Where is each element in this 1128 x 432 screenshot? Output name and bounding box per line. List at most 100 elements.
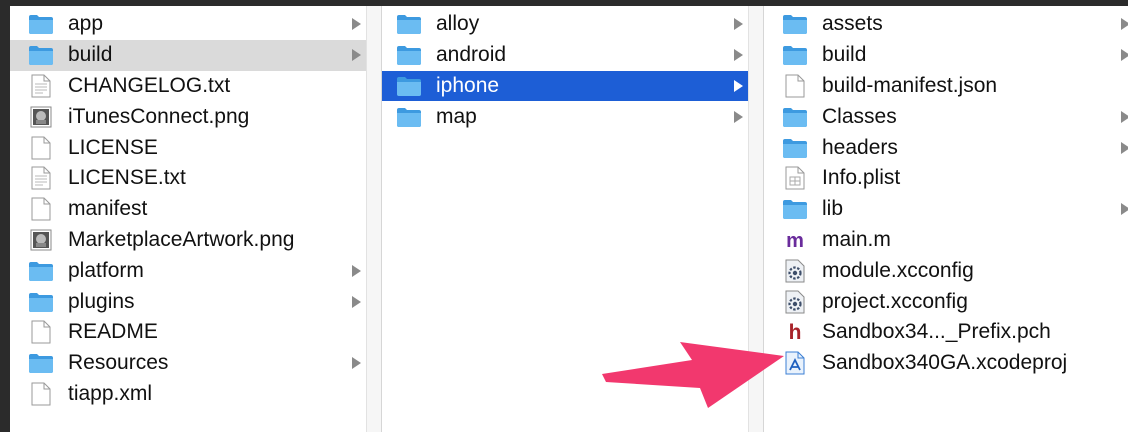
folder-icon	[396, 12, 422, 36]
list-item[interactable]: map	[382, 101, 749, 132]
list-item-label: lib	[822, 197, 844, 221]
list-item[interactable]: assets	[764, 9, 1128, 40]
arrow-icon	[602, 342, 784, 408]
disclosure-arrow-icon	[1121, 18, 1128, 31]
list-item-label: Classes	[822, 104, 897, 128]
list-item[interactable]: build	[10, 39, 367, 71]
list-item[interactable]: tiapp.xml	[10, 379, 367, 410]
disclosure-arrow-icon	[352, 264, 361, 277]
folder-icon	[782, 43, 808, 67]
text-file-icon	[28, 166, 54, 190]
list-item-label: Sandbox34..._Prefix.pch	[822, 320, 1051, 344]
list-item-label: iTunesConnect.png	[68, 104, 250, 128]
list-item-label: tiapp.xml	[68, 381, 153, 405]
list-item-label: build	[822, 43, 867, 67]
disclosure-arrow-icon	[352, 357, 361, 370]
folder-icon	[396, 105, 422, 129]
list-item-label: plugins	[68, 289, 135, 313]
list-item[interactable]: Resources	[10, 348, 367, 379]
list-item-label: main.m	[822, 227, 891, 251]
list-item-label: Sandbox340GA.xcodeproj	[822, 351, 1068, 375]
folder-icon	[396, 74, 422, 98]
list-item[interactable]: manifest	[10, 194, 367, 225]
list-item[interactable]: CHANGELOG.txt	[10, 71, 367, 102]
blank-file-icon	[28, 136, 54, 160]
folder-icon	[28, 351, 54, 375]
text-file-icon	[28, 74, 54, 98]
folder-icon	[28, 43, 54, 67]
list-item[interactable]: Sandbox340GA.xcodeproj	[764, 348, 1128, 379]
disclosure-arrow-icon	[352, 295, 361, 308]
list-item-label: module.xcconfig	[822, 258, 974, 282]
folder-icon	[396, 43, 422, 67]
svg-text:m: m	[786, 230, 804, 252]
list-item[interactable]: build-manifest.json	[764, 71, 1128, 102]
list-item-label: assets	[822, 12, 883, 36]
disclosure-arrow-icon	[1121, 141, 1128, 154]
list-item[interactable]: MarketplaceArtwork.png	[10, 225, 367, 256]
folder-icon	[28, 290, 54, 314]
list-item-label: project.xcconfig	[822, 289, 968, 313]
folder-icon	[28, 12, 54, 36]
disclosure-arrow-icon	[352, 49, 361, 62]
list-item-label: Info.plist	[822, 166, 901, 190]
disclosure-arrow-icon	[734, 49, 743, 62]
list-item[interactable]: iphone	[382, 70, 749, 102]
folder-icon	[782, 197, 808, 221]
folder-icon	[28, 259, 54, 283]
disclosure-arrow-icon	[1121, 49, 1128, 62]
list-item-label: iphone	[436, 73, 500, 97]
folder-icon	[782, 105, 808, 129]
list-item[interactable]: app	[10, 9, 367, 40]
list-item-label: map	[436, 104, 477, 128]
list-item[interactable]: alloy	[382, 9, 749, 40]
blank-file-icon	[782, 74, 808, 98]
list-item[interactable]: iTunesConnect.png	[10, 101, 367, 132]
plist-file-icon	[782, 166, 808, 190]
list-item[interactable]: lib	[764, 194, 1128, 225]
column-3[interactable]: assets build build-manifest.json Classes hea…	[764, 6, 1128, 432]
disclosure-arrow-icon	[352, 18, 361, 31]
list-item[interactable]: headers	[764, 132, 1128, 163]
list-item[interactable]: platform	[10, 255, 367, 286]
list-item[interactable]: Info.plist	[764, 163, 1128, 194]
list-item[interactable]: android	[382, 40, 749, 71]
list-item-label: build	[68, 43, 113, 67]
list-item-label: headers	[822, 135, 898, 159]
image-file-icon	[28, 105, 54, 129]
list-item-label: LICENSE.txt	[68, 166, 186, 190]
list-item[interactable]: README	[10, 317, 367, 348]
list-item[interactable]: module.xcconfig	[764, 255, 1128, 286]
list-item-label: build-manifest.json	[822, 73, 998, 97]
blank-file-icon	[28, 320, 54, 344]
list-item-label: LICENSE	[68, 135, 158, 159]
objc-m-file-icon: m	[782, 228, 808, 252]
disclosure-arrow-icon	[1121, 203, 1128, 216]
list-item-label: CHANGELOG.txt	[68, 73, 231, 97]
blank-file-icon	[28, 197, 54, 221]
column-1[interactable]: app build CHANGELOG.txt iTunesConnect.png LI…	[10, 6, 382, 432]
disclosure-arrow-icon	[1121, 110, 1128, 123]
column-1-scroll-gutter[interactable]	[366, 6, 381, 432]
svg-text:h: h	[789, 321, 802, 344]
list-item-label: manifest	[68, 197, 148, 221]
list-item[interactable]: Classes	[764, 101, 1128, 132]
list-item[interactable]: project.xcconfig	[764, 286, 1128, 317]
folder-icon	[782, 12, 808, 36]
disclosure-arrow-icon	[734, 18, 743, 31]
list-item[interactable]: build	[764, 40, 1128, 71]
disclosure-arrow-icon	[734, 110, 743, 123]
list-item[interactable]: h Sandbox34..._Prefix.pch	[764, 317, 1128, 348]
list-item[interactable]: m main.m	[764, 225, 1128, 256]
xcconfig-file-icon	[782, 259, 808, 283]
blank-file-icon	[28, 382, 54, 406]
list-item[interactable]: LICENSE	[10, 132, 367, 163]
list-item[interactable]: LICENSE.txt	[10, 163, 367, 194]
list-item-label: alloy	[436, 12, 480, 36]
list-item-label: MarketplaceArtwork.png	[68, 227, 295, 251]
finder-column-browser: app build CHANGELOG.txt iTunesConnect.png LI…	[10, 6, 1128, 432]
disclosure-arrow-icon	[734, 79, 743, 92]
list-item-label: app	[68, 12, 104, 36]
list-item-label: Resources	[68, 351, 169, 375]
list-item[interactable]: plugins	[10, 286, 367, 317]
